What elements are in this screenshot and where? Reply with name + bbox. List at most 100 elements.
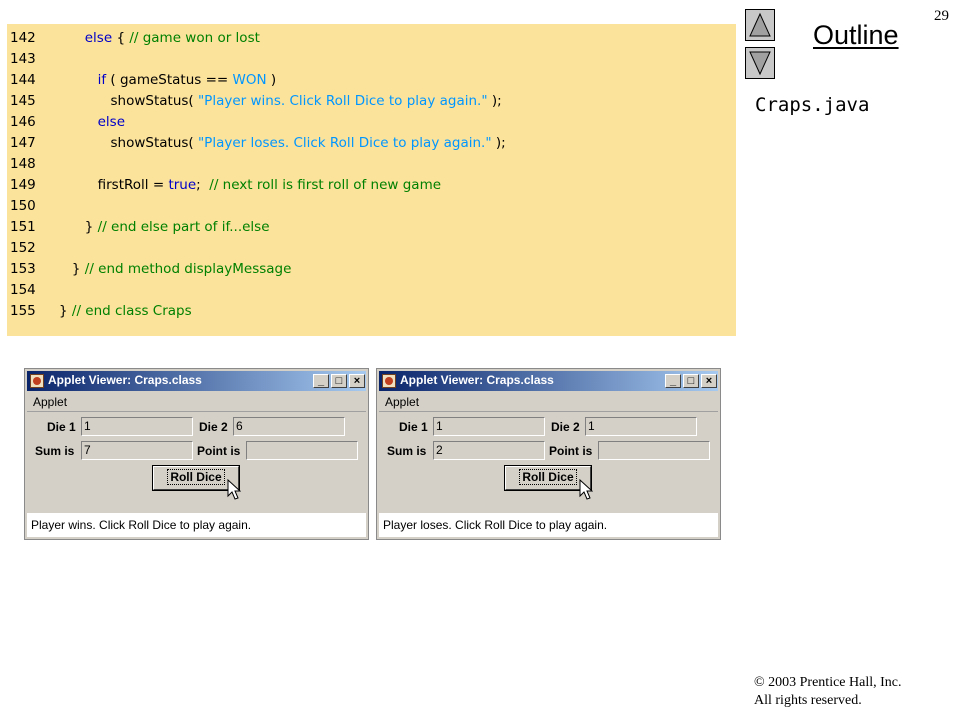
code-token: // next roll is first roll of new game: [209, 177, 442, 193]
line-number: 146: [10, 114, 36, 130]
java-cup-icon: [382, 374, 396, 388]
mouse-pointer-icon: [227, 479, 241, 500]
close-button[interactable]: ×: [701, 374, 717, 388]
applet-window-win: Applet Viewer: Craps.class _ □ × Applet …: [24, 368, 369, 540]
line-number: 148: [10, 156, 36, 172]
line-number: 142: [10, 30, 36, 46]
code-token: // game won or lost: [129, 30, 260, 46]
sum-field[interactable]: 2: [433, 441, 545, 460]
point-label: Point is: [549, 444, 593, 458]
menu-divider: [379, 411, 718, 412]
code-token: ( gameStatus ==: [106, 72, 233, 88]
sum-label: Sum is: [387, 444, 427, 458]
line-number: 153: [10, 261, 36, 277]
java-cup-icon: [30, 374, 44, 388]
roll-dice-label: Roll Dice: [519, 469, 577, 485]
line-number: 152: [10, 240, 36, 256]
code-token: // end method displayMessage: [84, 261, 292, 277]
mouse-pointer-icon: [579, 479, 593, 500]
roll-dice-label: Roll Dice: [167, 469, 225, 485]
sum-field[interactable]: 7: [81, 441, 193, 460]
maximize-button[interactable]: □: [683, 374, 699, 388]
code-token: ): [266, 72, 277, 88]
file-name: Craps.java: [755, 94, 870, 116]
minimize-button[interactable]: _: [665, 374, 681, 388]
code-text: } // end method displayMessage: [59, 259, 292, 279]
code-token: );: [491, 135, 506, 151]
previous-slide-button[interactable]: [745, 9, 775, 41]
point-label: Point is: [197, 444, 241, 458]
sum-label: Sum is: [35, 444, 75, 458]
line-number: 150: [10, 198, 36, 214]
code-token: // end class Craps: [71, 303, 192, 319]
code-token: ;: [196, 177, 210, 193]
code-token: {: [112, 30, 130, 46]
die1-field[interactable]: 1: [81, 417, 193, 436]
code-text: showStatus( "Player wins. Click Roll Dic…: [59, 91, 502, 111]
menu-applet[interactable]: Applet: [33, 395, 67, 409]
die2-field[interactable]: 6: [233, 417, 345, 436]
code-token: "Player wins. Click Roll Dice to play ag…: [197, 93, 488, 109]
line-number: 147: [10, 135, 36, 151]
code-token: "Player loses. Click Roll Dice to play a…: [197, 135, 492, 151]
line-number: 143: [10, 51, 36, 67]
code-token: WON: [232, 72, 267, 88]
window-title: Applet Viewer: Craps.class: [48, 373, 202, 387]
code-token: }: [59, 261, 85, 277]
code-text: } // end class Craps: [59, 301, 192, 321]
line-number: 154: [10, 282, 36, 298]
code-text: } // end else part of if...else: [59, 217, 270, 237]
outline-link[interactable]: Outline: [813, 20, 899, 51]
maximize-button[interactable]: □: [331, 374, 347, 388]
window-title: Applet Viewer: Craps.class: [400, 373, 554, 387]
code-text: else { // game won or lost: [59, 28, 260, 48]
title-bar: Applet Viewer: Craps.class _ □ ×: [379, 371, 718, 391]
die1-label: Die 1: [47, 420, 76, 434]
code-token: else: [97, 114, 126, 130]
minimize-button[interactable]: _: [313, 374, 329, 388]
next-slide-button[interactable]: [745, 47, 775, 79]
code-token: }: [59, 219, 98, 235]
code-text: firstRoll = true; // next roll is first …: [59, 175, 441, 195]
line-number: 145: [10, 93, 36, 109]
rights-line: All rights reserved.: [754, 693, 862, 708]
menu-applet[interactable]: Applet: [385, 395, 419, 409]
code-token: }: [59, 303, 72, 319]
line-number: 155: [10, 303, 36, 319]
code-token: showStatus(: [59, 135, 198, 151]
page-number: 29: [934, 8, 949, 24]
line-number: 151: [10, 219, 36, 235]
die2-label: Die 2: [199, 420, 228, 434]
menu-divider: [27, 411, 366, 412]
status-bar: Player wins. Click Roll Dice to play aga…: [27, 513, 366, 537]
code-token: firstRoll =: [59, 177, 169, 193]
applet-window-lose: Applet Viewer: Craps.class _ □ × Applet …: [376, 368, 721, 540]
code-token: // end else part of if...else: [97, 219, 270, 235]
die1-label: Die 1: [399, 420, 428, 434]
code-listing: 142 else { // game won or lost 143 144 if …: [7, 24, 736, 336]
code-text: else: [59, 112, 125, 132]
line-number: 144: [10, 72, 36, 88]
code-text: showStatus( "Player loses. Click Roll Di…: [59, 133, 506, 153]
status-bar: Player loses. Click Roll Dice to play ag…: [379, 513, 718, 537]
die1-field[interactable]: 1: [433, 417, 545, 436]
code-text: if ( gameStatus == WON ): [59, 70, 277, 90]
close-button[interactable]: ×: [349, 374, 365, 388]
copyright-notice: © 2003 Prentice Hall, Inc. All rights re…: [754, 674, 902, 710]
code-token: showStatus(: [59, 93, 198, 109]
copyright-line: © 2003 Prentice Hall, Inc.: [754, 675, 902, 690]
triangle-down-icon: [749, 51, 771, 76]
point-field[interactable]: [246, 441, 358, 460]
title-bar: Applet Viewer: Craps.class _ □ ×: [27, 371, 366, 391]
code-token: if: [97, 72, 107, 88]
point-field[interactable]: [598, 441, 710, 460]
line-number: 149: [10, 177, 36, 193]
code-token: true: [168, 177, 197, 193]
code-token: else: [84, 30, 113, 46]
die2-label: Die 2: [551, 420, 580, 434]
die2-field[interactable]: 1: [585, 417, 697, 436]
code-token: );: [487, 93, 502, 109]
